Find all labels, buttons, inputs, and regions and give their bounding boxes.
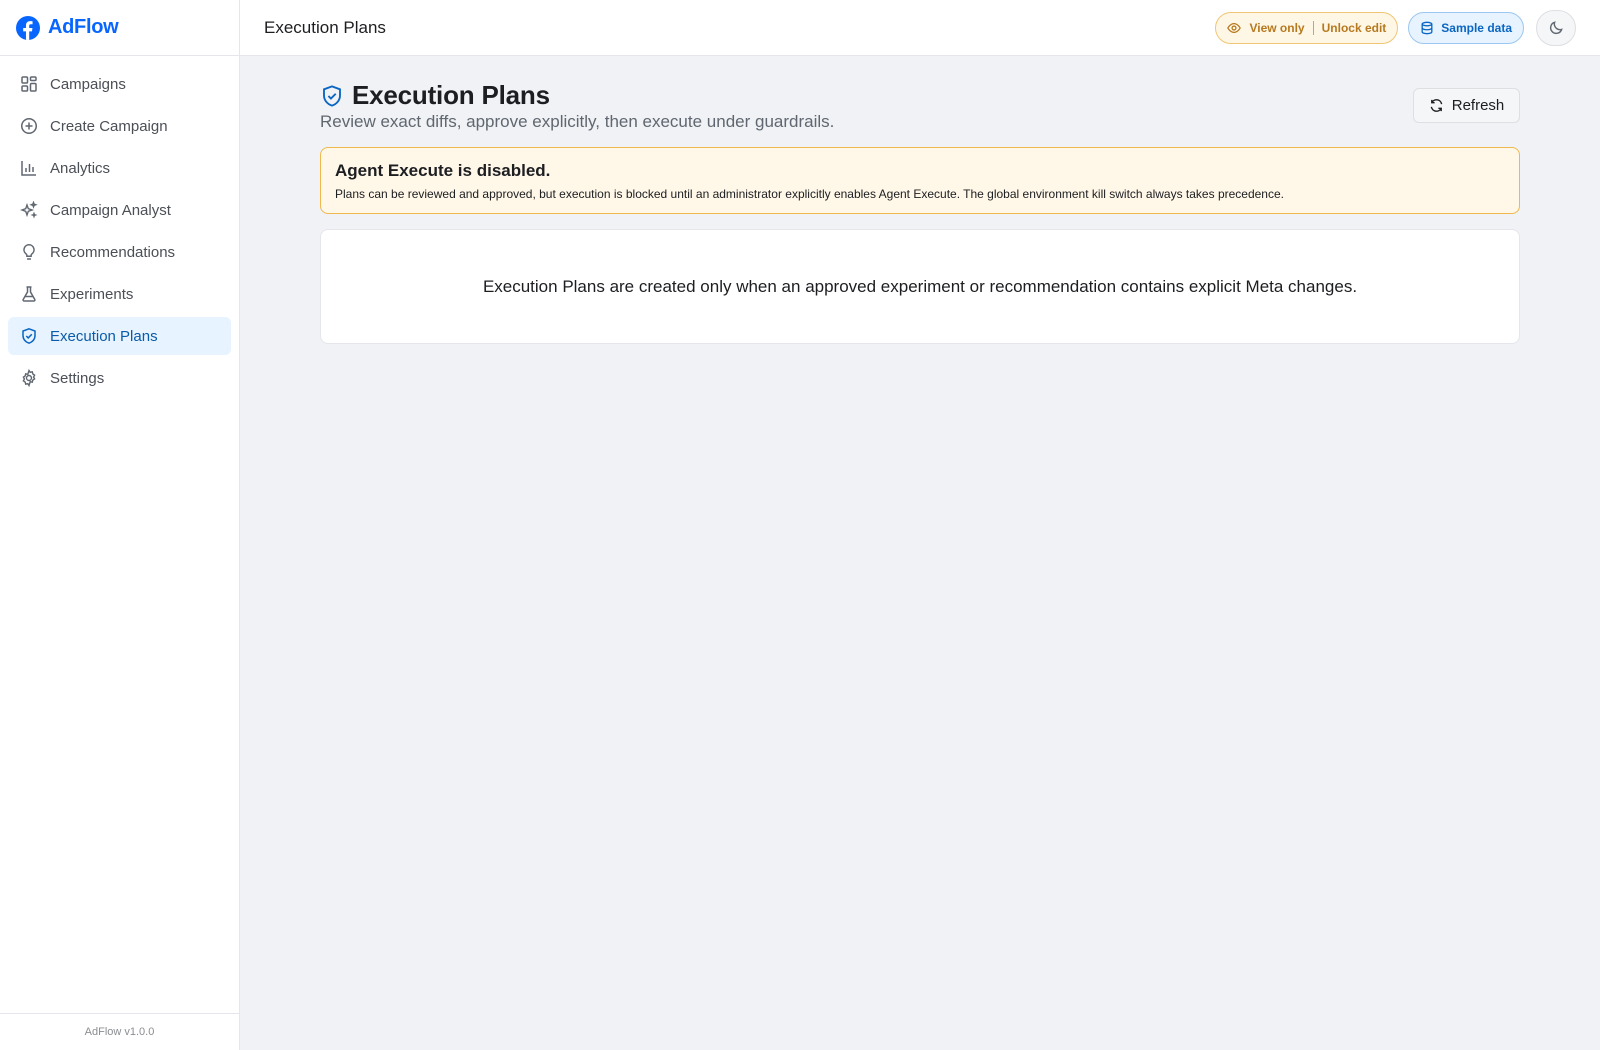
- unlock-edit-button[interactable]: Unlock edit: [1322, 21, 1387, 35]
- moon-icon: [1549, 20, 1564, 35]
- plus-circle-icon: [20, 117, 38, 135]
- refresh-button[interactable]: Refresh: [1413, 88, 1520, 123]
- gear-icon: [20, 369, 38, 387]
- eye-icon: [1227, 21, 1242, 35]
- bar-chart-icon: [20, 159, 38, 177]
- theme-toggle-button[interactable]: [1536, 9, 1576, 46]
- sidebar-item-label: Execution Plans: [50, 327, 158, 345]
- sparkles-icon: [20, 201, 38, 219]
- topbar: Execution Plans View only Unlock edit Sa…: [240, 0, 1600, 56]
- sidebar-item-campaigns[interactable]: Campaigns: [8, 65, 231, 103]
- shield-check-icon: [320, 84, 344, 108]
- brand-name: AdFlow: [48, 16, 119, 38]
- sidebar-item-recommendations[interactable]: Recommendations: [8, 233, 231, 271]
- view-only-label: View only: [1249, 20, 1305, 35]
- sidebar-item-experiments[interactable]: Experiments: [8, 275, 231, 313]
- sidebar-item-label: Analytics: [50, 159, 111, 177]
- sidebar-item-analytics[interactable]: Analytics: [8, 149, 231, 187]
- grid-icon: [20, 75, 38, 93]
- sidebar-item-label: Campaigns: [50, 75, 126, 93]
- pill-divider: [1312, 20, 1314, 35]
- sidebar-nav: Campaigns Create Campaign Analytics Camp…: [0, 56, 239, 397]
- empty-state-message: Execution Plans are created only when an…: [482, 276, 1358, 296]
- brand[interactable]: AdFlow: [0, 0, 239, 56]
- sidebar-item-settings[interactable]: Settings: [8, 359, 231, 397]
- page-title: Execution Plans: [352, 80, 550, 110]
- page-title-group: Execution Plans: [320, 80, 550, 111]
- facebook-logo-icon: [16, 15, 40, 40]
- view-only-pill: View only Unlock edit: [1215, 11, 1399, 44]
- flask-icon: [20, 285, 38, 303]
- sidebar-item-campaign-analyst[interactable]: Campaign Analyst: [8, 191, 231, 229]
- app-version: AdFlow v1.0.0: [0, 1013, 239, 1050]
- sidebar-item-label: Settings: [50, 369, 105, 387]
- database-icon: [1420, 21, 1434, 35]
- sidebar-item-execution-plans[interactable]: Execution Plans: [8, 317, 231, 355]
- sidebar: AdFlow Campaigns Create Campaign Analyti…: [0, 0, 240, 1050]
- refresh-icon: [1429, 98, 1444, 113]
- topbar-actions: View only Unlock edit Sample data: [1215, 9, 1576, 46]
- refresh-label: Refresh: [1451, 97, 1505, 114]
- alert-title: Agent Execute is disabled.: [335, 161, 551, 180]
- sample-data-label: Sample data: [1441, 20, 1512, 35]
- main-content: Execution Plans Review exact diffs, appr…: [320, 56, 1520, 344]
- sidebar-item-label: Experiments: [50, 285, 134, 303]
- lightbulb-icon: [20, 243, 38, 261]
- sidebar-item-create-campaign[interactable]: Create Campaign: [8, 107, 231, 145]
- alert-body: Plans can be reviewed and approved, but …: [335, 187, 1284, 201]
- sample-data-button[interactable]: Sample data: [1408, 11, 1524, 44]
- sidebar-item-label: Campaign Analyst: [50, 201, 171, 219]
- page-subtitle: Review exact diffs, approve explicitly, …: [320, 112, 835, 131]
- empty-state-card: Execution Plans are created only when an…: [320, 229, 1520, 344]
- sidebar-item-label: Recommendations: [50, 243, 176, 261]
- agent-execute-disabled-alert: Agent Execute is disabled. Plans can be …: [320, 147, 1520, 214]
- topbar-title: Execution Plans: [264, 17, 386, 37]
- shield-check-icon: [20, 327, 38, 345]
- page-header: Execution Plans Review exact diffs, appr…: [320, 56, 1520, 146]
- sidebar-item-label: Create Campaign: [50, 117, 168, 135]
